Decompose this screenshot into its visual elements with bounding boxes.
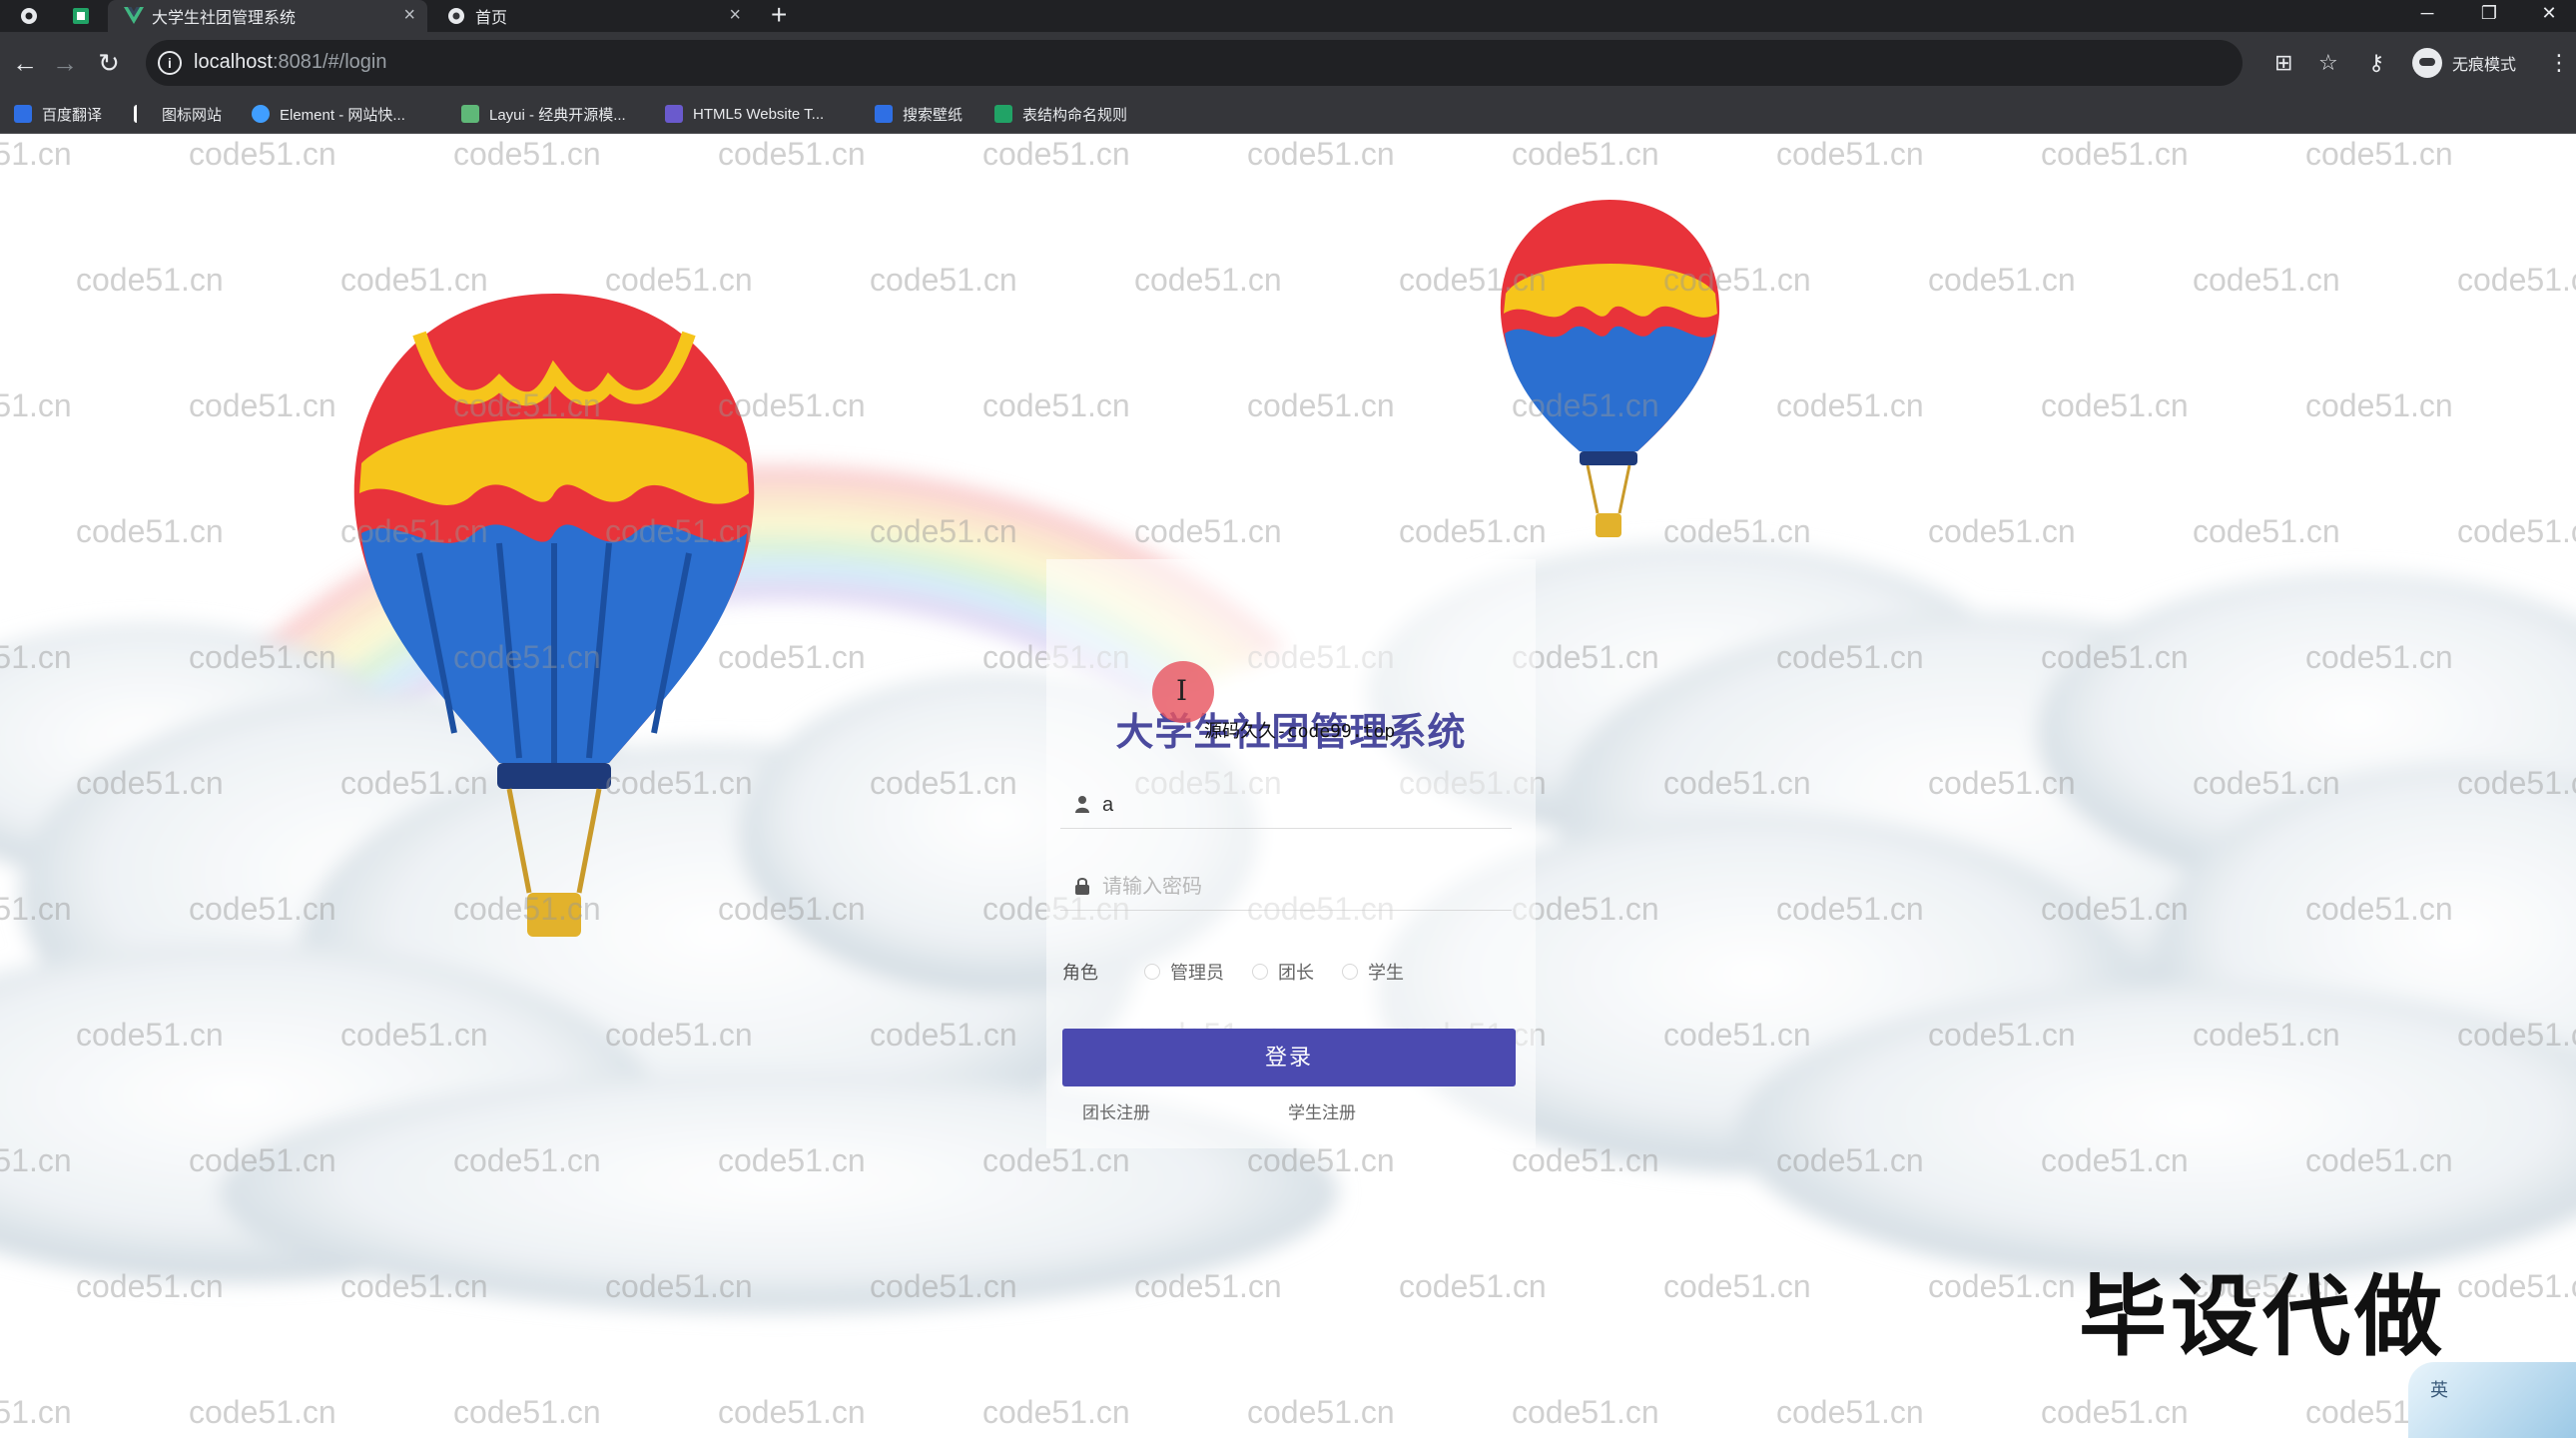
role-radio-student[interactable]: 学生 — [1342, 959, 1404, 985]
click-highlight-cursor — [1152, 661, 1214, 723]
url-path: :8081/#/login — [272, 51, 387, 73]
role-radio-admin[interactable]: 管理员 — [1144, 959, 1224, 985]
user-icon — [1075, 796, 1089, 813]
bookmark-item[interactable]: Element - 网站快... — [252, 102, 405, 126]
lock-icon — [1075, 878, 1089, 895]
hot-air-balloon-small — [1500, 200, 1720, 537]
vue-icon — [124, 7, 144, 25]
username-field[interactable] — [1060, 781, 1512, 829]
tab-title: 大学生社团管理系统 — [152, 10, 297, 27]
bookmark-label: 搜索壁纸 — [903, 106, 964, 124]
login-button[interactable]: 登录 — [1062, 1029, 1516, 1086]
incognito-icon — [2412, 48, 2442, 78]
sheet-icon — [994, 105, 1012, 123]
bookmark-label: 表结构命名规则 — [1022, 106, 1128, 124]
chrome-menu-icon[interactable] — [20, 7, 38, 25]
profile-label: 无痕模式 — [2452, 57, 2517, 74]
bookmark-item[interactable]: HTML5 Website T... — [665, 102, 824, 126]
radio-label: 管理员 — [1170, 963, 1224, 983]
forward-icon[interactable]: → — [48, 46, 82, 80]
ime-label: 英 — [2430, 1380, 2448, 1400]
ime-widget[interactable]: 英 — [2408, 1362, 2576, 1438]
element-icon — [252, 105, 270, 123]
bookmarks-bar: 百度翻译 图标网站 Element - 网站快... Layui - 经典开源模… — [0, 94, 2576, 134]
bookmark-label: HTML5 Website T... — [693, 105, 825, 123]
flag-icon — [134, 105, 152, 123]
translate-icon[interactable]: ⊞ — [2274, 50, 2292, 76]
close-window-button[interactable]: ✕ — [2524, 0, 2574, 32]
tab-close-icon[interactable]: × — [729, 4, 741, 27]
bookmark-item[interactable]: 百度翻译 — [14, 102, 102, 126]
bookmark-item[interactable]: 表结构命名规则 — [994, 102, 1127, 126]
page-viewport: code51.cncode51.cncode51.cncode51.cncode… — [0, 134, 2576, 1438]
tab-login[interactable]: 大学生社团管理系统 × — [108, 0, 427, 32]
password-input[interactable] — [1102, 871, 1492, 903]
role-radio-leader[interactable]: 团长 — [1252, 959, 1314, 985]
promo-text: 毕设代做 — [2079, 1267, 2447, 1366]
radio-label: 团长 — [1278, 963, 1314, 983]
bookmark-label: Layui - 经典开源模... — [489, 106, 626, 124]
bookmark-item[interactable]: 搜索壁纸 — [875, 102, 963, 126]
layui-icon — [461, 105, 479, 123]
radio-circle[interactable] — [1252, 964, 1268, 980]
radio-label: 学生 — [1368, 963, 1404, 983]
bookmark-item[interactable]: 图标网站 — [134, 102, 222, 126]
incognito-profile[interactable]: 无痕模式 — [2412, 44, 2516, 82]
tab-close-icon[interactable]: × — [403, 4, 415, 27]
tab-strip: 大学生社团管理系统 × 首页 × + ─ ❐ ✕ — [0, 0, 2576, 32]
radio-circle[interactable] — [1342, 964, 1358, 980]
site-info-icon[interactable]: i — [158, 51, 182, 75]
baidu-translate-icon — [14, 105, 32, 123]
html5-template-icon — [665, 105, 683, 123]
role-label: 角色 — [1062, 963, 1098, 983]
minimize-button[interactable]: ─ — [2402, 0, 2452, 32]
bookmark-label: 百度翻译 — [42, 106, 103, 124]
bookmark-star-icon[interactable]: ☆ — [2318, 50, 2338, 76]
password-field[interactable] — [1060, 863, 1512, 911]
globe-icon — [447, 7, 465, 25]
reload-icon[interactable]: ↻ — [92, 46, 126, 80]
leader-register-link[interactable]: 团长注册 — [1082, 1098, 1150, 1123]
back-icon[interactable]: ← — [8, 46, 42, 80]
radio-circle[interactable] — [1144, 964, 1160, 980]
bookmark-label: Element - 网站快... — [280, 106, 405, 124]
address-bar[interactable]: i localhost:8081/#/login — [146, 40, 2243, 86]
url-host: localhost — [194, 51, 273, 73]
tab-home[interactable]: 首页 × — [431, 0, 753, 32]
student-register-link[interactable]: 学生注册 — [1288, 1098, 1356, 1123]
source-caption: 源码久久-code99.top — [1204, 721, 1396, 742]
sheet-icon — [72, 7, 90, 25]
url-text[interactable]: localhost:8081/#/login — [194, 51, 386, 74]
more-menu-icon[interactable]: ⋮ — [2548, 50, 2570, 76]
key-icon[interactable]: ⚷ — [2368, 50, 2384, 76]
username-input[interactable] — [1102, 789, 1492, 821]
wallpaper-icon — [875, 105, 893, 123]
tab-title: 首页 — [475, 10, 508, 27]
browser-toolbar: ← → ↻ i localhost:8081/#/login ⊞ ☆ ⚷ 无痕模… — [0, 32, 2576, 94]
new-tab-button[interactable]: + — [771, 0, 787, 32]
bookmark-item[interactable]: Layui - 经典开源模... — [461, 102, 626, 126]
restore-button[interactable]: ❐ — [2464, 0, 2514, 32]
role-selector: 角色 管理员 团长 学生 — [1062, 957, 1514, 987]
login-panel: 大学生社团管理系统 角色 管理员 团长 学生 登录 团长注册 学生注册 — [1046, 559, 1536, 1148]
bookmark-label: 图标网站 — [162, 106, 223, 124]
